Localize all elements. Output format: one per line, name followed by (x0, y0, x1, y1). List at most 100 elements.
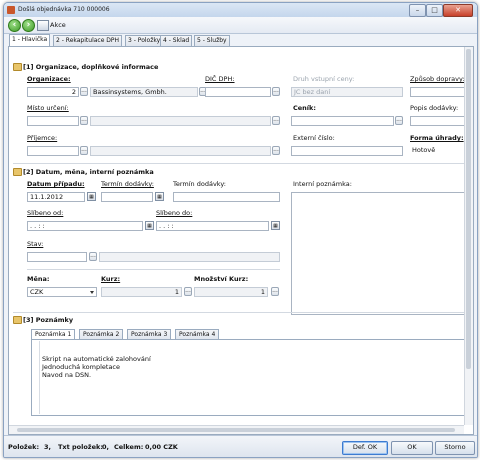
section-divider (13, 312, 468, 313)
calendar-icon[interactable]: ▦ (145, 221, 154, 230)
horizontal-scrollbar[interactable] (9, 425, 464, 434)
tab-polozky[interactable]: 3 - Položky (125, 35, 164, 46)
toolbar: ‹ › Akce (4, 17, 477, 34)
kurz-label: Kurz: (101, 275, 121, 283)
forma-uhrady-label: Forma úhrady: (410, 134, 464, 142)
polozek-label: Položek: (8, 443, 40, 451)
mnozstvi-kurz-label: Množství Kurz: (194, 275, 249, 283)
slibeno-do-field[interactable]: . . : : (156, 221, 269, 231)
mena-label: Měna: (27, 275, 50, 283)
externi-cislo-label: Externí číslo: (293, 134, 335, 142)
slibeno-od-field[interactable]: . . : : (27, 221, 143, 231)
back-button[interactable]: ‹ (8, 19, 21, 32)
interni-poznamka-textarea[interactable] (291, 192, 466, 315)
termin-dodavky2-field[interactable] (173, 192, 280, 202)
def-ok-button[interactable]: Def. OK (342, 441, 388, 455)
organizace-lookup-button[interactable]: ... (80, 87, 88, 96)
mena-select[interactable]: CZK (27, 287, 97, 297)
mena-value: CZK (30, 288, 44, 296)
section2-title: [2] Datum, měna, interní poznámka (23, 168, 154, 176)
prijemce-label: Příjemce: (27, 134, 58, 142)
celkem-value: 0,00 CZK (145, 443, 178, 451)
section-icon (13, 316, 22, 324)
app-icon (7, 6, 15, 14)
divider (27, 269, 280, 270)
misto-urceni-label: Místo určení: (27, 104, 69, 112)
zpusob-dopravy-field[interactable] (410, 87, 468, 97)
note-content: Skript na automatické zalohování Jednodu… (42, 355, 151, 379)
mnozstvi-kurz-field[interactable]: 1 (194, 287, 268, 297)
akce-menu[interactable]: Akce (50, 21, 66, 29)
status-bar: Položek: 3, Txt položek: 0, Celkem: 0,00… (4, 435, 477, 457)
forward-button[interactable]: › (22, 19, 35, 32)
prijemce-lookup-button[interactable]: ... (80, 146, 88, 155)
cenik-lookup-button[interactable]: ... (395, 116, 403, 125)
note-line: Skript na automatické zalohování (42, 355, 151, 363)
organizace-number-field[interactable]: 2 (27, 87, 79, 97)
forma-uhrady-field[interactable]: Hotově (410, 146, 468, 156)
note-line: Navod na DSN. (42, 371, 92, 379)
tab-rekapitulace-dph[interactable]: 2 - Rekapitulace DPH (53, 35, 123, 46)
datum-pripadu-label: Datum případu: (27, 180, 85, 188)
misto-urceni-detail-button[interactable]: ... (272, 116, 280, 125)
window-title: Došlá objednávka 710 000006 (18, 6, 110, 13)
druh-ceny-select: JC bez daní (291, 87, 403, 97)
section-divider (13, 163, 468, 164)
dialog-window: Došlá objednávka 710 000006 – □ ✕ ‹ › Ak… (3, 2, 478, 458)
tab-sluzby[interactable]: 5 - Služby (194, 35, 230, 46)
popis-dodavky-field[interactable] (410, 116, 468, 126)
cenik-label: Ceník: (293, 104, 316, 112)
vertical-scrollbar[interactable] (464, 47, 473, 425)
datum-pripadu-field[interactable]: 11.1.2012 (27, 192, 85, 202)
chevron-down-icon (90, 291, 94, 294)
close-button[interactable]: ✕ (443, 4, 473, 17)
scrollbar-thumb[interactable] (466, 49, 471, 369)
ok-button[interactable]: OK (391, 441, 433, 455)
stav-lookup-button[interactable]: ... (89, 252, 97, 261)
section3-title: [3] Poznámky (23, 316, 74, 324)
termin-dodavky2-label: Termín dodávky: (173, 180, 226, 188)
misto-urceni-code-field[interactable] (27, 116, 79, 126)
dic-lookup-button[interactable]: ... (272, 87, 280, 96)
maximize-button[interactable]: □ (426, 4, 443, 17)
organizace-label: Organizace: (27, 75, 71, 83)
minimize-button[interactable]: – (409, 4, 426, 17)
note-line: Jednoduchá kompletace (42, 363, 121, 371)
storno-button[interactable]: Storno (435, 441, 475, 455)
termin-dodavky-field[interactable] (101, 192, 153, 202)
externi-cislo-field[interactable] (291, 146, 403, 156)
zpusob-dopravy-label: Způsob dopravy: (410, 75, 465, 83)
dic-label: DIČ DPH: (205, 75, 235, 83)
tab-sklad[interactable]: 4 - Sklad (160, 35, 193, 46)
misto-urceni-name-field (90, 116, 271, 126)
prijemce-detail-button[interactable]: ... (272, 146, 280, 155)
kurz-field[interactable]: 1 (101, 287, 182, 297)
section-icon (13, 63, 22, 71)
slibeno-od-label: Slíbeno od: (27, 209, 64, 217)
slibeno-do-label: Slíbeno do: (156, 209, 193, 217)
note-textarea[interactable]: Skript na automatické zalohování Jednodu… (31, 339, 467, 416)
calendar-icon[interactable]: ▦ (87, 192, 96, 201)
title-bar[interactable]: Došlá objednávka 710 000006 – □ ✕ (4, 3, 477, 17)
note-gutter (33, 341, 40, 414)
prijemce-code-field[interactable] (27, 146, 79, 156)
akce-icon[interactable] (37, 20, 49, 31)
tab-strip: 1 - Hlavička 2 - Rekapitulace DPH 3 - Po… (4, 34, 477, 47)
stav-code-field[interactable] (27, 252, 87, 262)
mnozstvi-kurz-lookup-button[interactable]: ... (271, 287, 279, 296)
prijemce-name-field (90, 146, 271, 156)
calendar-icon[interactable]: ▦ (155, 192, 164, 201)
misto-urceni-lookup-button[interactable]: ... (80, 116, 88, 125)
popis-dodavky-label: Popis dodávky: (410, 104, 459, 112)
dic-field[interactable] (205, 87, 271, 97)
druh-ceny-label: Druh vstupní ceny: (293, 75, 355, 83)
txt-polozek-value: 0, (102, 443, 109, 451)
interni-poznamka-label: Interní poznámka: (293, 180, 352, 188)
organizace-name-field: Bassinsystems, Gmbh. (90, 87, 198, 97)
scrollbar-thumb[interactable] (17, 428, 455, 432)
cenik-field[interactable] (291, 116, 394, 126)
stav-label: Stav: (27, 240, 44, 248)
calendar-icon[interactable]: ▦ (271, 221, 280, 230)
kurz-lookup-button[interactable]: ... (184, 287, 192, 296)
section1-title: [1] Organizace, doplňkové informace (23, 63, 159, 71)
